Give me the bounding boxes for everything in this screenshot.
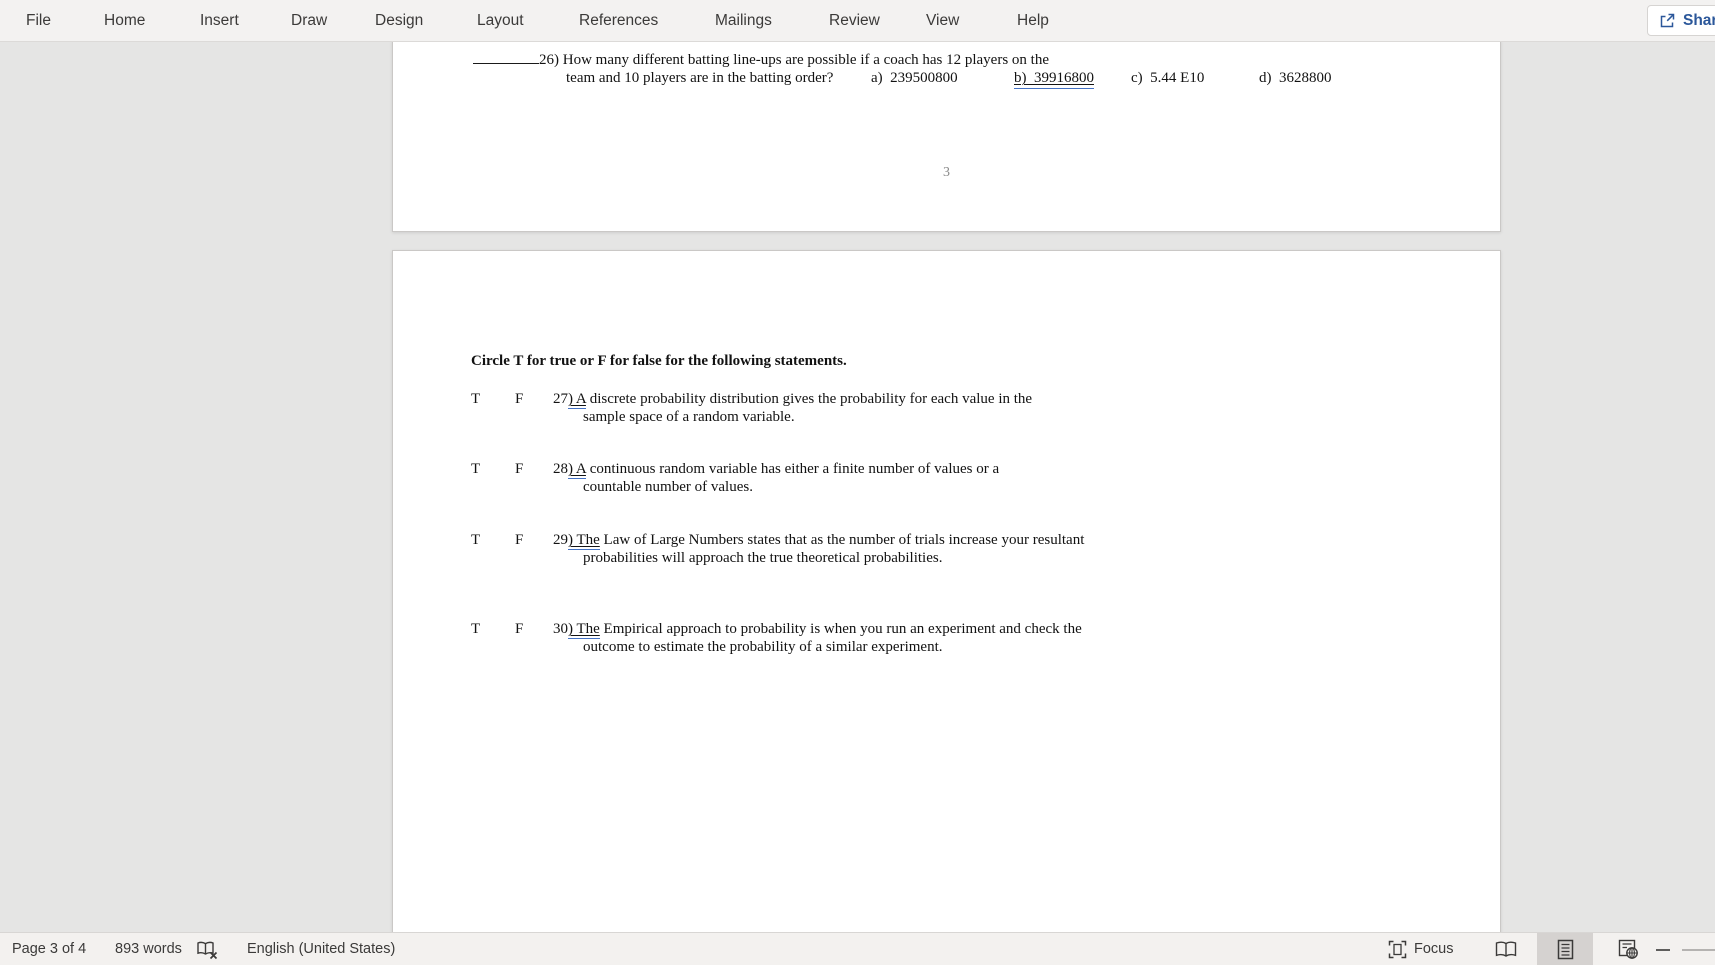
share-button-label: Share [1683,11,1715,29]
web-layout-button[interactable] [1608,933,1648,965]
q26-option-a: a) 239500800 [871,70,958,86]
zoom-out-button[interactable] [1651,933,1675,965]
question-number: 30 [553,621,568,637]
true-option: T [471,461,481,477]
tf-question-row: T F 27) A discrete probability distribut… [471,390,1032,426]
false-option: F [515,461,524,477]
tf-question-row: T F 29) The Law of Large Numbers states … [471,531,1084,567]
true-false-heading: Circle T for true or F for false for the… [471,353,847,369]
question-26-line2: team and 10 players are in the batting o… [566,69,1346,89]
tf-question-row: T F 28) A continuous random variable has… [471,460,999,496]
marked-segment: ) The [568,621,600,639]
answer-blank [473,51,539,64]
share-button[interactable]: Share [1647,5,1715,36]
question-text-block: 29) The Law of Large Numbers states that… [553,531,1084,567]
question-number: 28 [553,461,568,477]
menu-tab-review[interactable]: Review [829,0,880,41]
document-page-4[interactable]: Circle T for true or F for false for the… [392,250,1501,934]
minus-icon [1656,948,1670,952]
menu-tab-help[interactable]: Help [1017,0,1049,41]
question-line2: sample space of a random variable. [583,409,795,425]
marked-segment: ) A [568,461,586,479]
question-line2: outcome to estimate the probability of a… [583,639,943,655]
print-layout-icon [1557,939,1574,960]
proofing-book-x-icon [196,940,219,960]
question-line1: continuous random variable has either a … [585,461,1000,477]
true-option: T [471,621,481,637]
tf-question-row: T F 30) The Empirical approach to probab… [471,620,1082,656]
question-text-block: 30) The Empirical approach to probabilit… [553,620,1082,656]
true-option: T [471,532,481,548]
question-text-block: 27) A discrete probability distribution … [553,390,1032,426]
question-line1: Empirical approach to probability is whe… [599,621,1082,637]
page-indicator[interactable]: Page 3 of 4 [12,933,86,965]
question-line1: discrete probability distribution gives … [585,391,1033,407]
menu-tab-layout[interactable]: Layout [477,0,524,41]
false-option: F [515,532,524,548]
read-mode-button[interactable] [1486,933,1526,965]
q26-option-b-marked: b) 39916800 [1014,69,1094,89]
page-number-footer: 3 [943,165,950,180]
menu-tab-insert[interactable]: Insert [200,0,239,41]
word-count[interactable]: 893 words [115,933,182,965]
menu-tab-view[interactable]: View [926,0,959,41]
q26-option-d: d) 3628800 [1259,70,1332,86]
marked-segment: ) A [568,391,586,409]
question-26-line1: 26) How many different batting line-ups … [473,51,1049,69]
question-text-block: 28) A continuous random variable has eit… [553,460,999,496]
proofing-errors-button[interactable] [196,933,219,965]
menu-tab-design[interactable]: Design [375,0,423,41]
document-page-3[interactable]: 26) How many different batting line-ups … [392,40,1501,232]
question-line1: Law of Large Numbers states that as the … [599,532,1085,548]
focus-label: Focus [1414,941,1454,957]
question-line2: probabilities will approach the true the… [583,550,943,566]
zoom-slider[interactable] [1682,949,1715,951]
question-line2: countable number of values. [583,479,753,495]
focus-icon [1388,940,1407,959]
focus-mode-toggle[interactable]: Focus [1388,933,1454,965]
menu-tab-draw[interactable]: Draw [291,0,327,41]
question-26-text: 26) How many different batting line-ups … [539,52,1049,68]
menu-tab-mailings[interactable]: Mailings [715,0,772,41]
q26-option-c: c) 5.44 E10 [1131,70,1205,86]
marked-segment: ) The [568,532,600,550]
false-option: F [515,621,524,637]
ribbon-tab-bar: File Home Insert Draw Design Layout Refe… [0,0,1715,42]
print-layout-button[interactable] [1537,933,1593,965]
menu-tab-home[interactable]: Home [104,0,145,41]
question-26-text-cont: team and 10 players are in the batting o… [566,70,834,86]
menu-tab-file[interactable]: File [26,0,51,41]
menu-tab-references[interactable]: References [579,0,658,41]
web-layout-icon [1618,939,1639,960]
false-option: F [515,391,524,407]
language-selector[interactable]: English (United States) [247,933,395,965]
read-mode-icon [1495,941,1517,958]
share-icon [1659,12,1676,29]
status-bar: Page 3 of 4 893 words English (United St… [0,932,1715,965]
question-number: 27 [553,391,568,407]
document-canvas: 26) How many different batting line-ups … [0,40,1715,934]
question-number: 29 [553,532,568,548]
true-option: T [471,391,481,407]
